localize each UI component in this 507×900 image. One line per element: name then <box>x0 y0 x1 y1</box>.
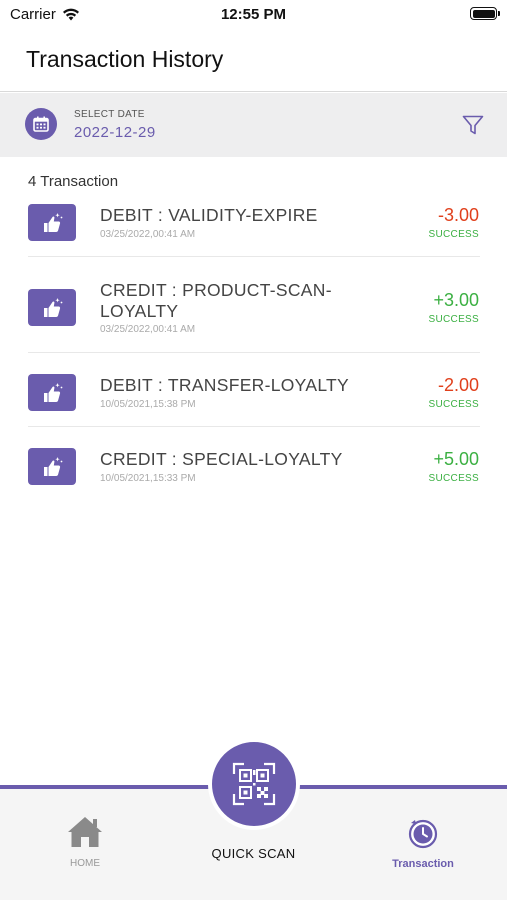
transaction-amount: +5.00 <box>433 449 479 469</box>
qr-code-icon <box>232 762 276 806</box>
transaction-date: 10/05/2021,15:38 PM <box>100 399 196 410</box>
transaction-count: 4 Transaction <box>28 173 119 190</box>
transaction-title: DEBIT : VALIDITY-EXPIRE <box>100 205 318 225</box>
transaction-title: CREDIT : SPECIAL-LOYALTY <box>100 449 343 469</box>
transaction-row[interactable]: CREDIT : SPECIAL-LOYALTY 10/05/2021,15:3… <box>0 427 507 501</box>
header: Transaction History <box>0 30 507 92</box>
transaction-title: DEBIT : TRANSFER-LOYALTY <box>100 375 350 395</box>
history-clock-icon <box>408 819 438 849</box>
transaction-status: SUCCESS <box>428 229 479 240</box>
page-title: Transaction History <box>26 46 224 72</box>
filter-icon[interactable] <box>461 113 485 137</box>
transaction-date: 03/25/2022,00:41 AM <box>100 324 196 335</box>
calendar-icon[interactable] <box>25 108 57 140</box>
transaction-status: SUCCESS <box>428 399 479 410</box>
transaction-date: 10/05/2021,15:33 PM <box>100 473 196 484</box>
transaction-title: CREDIT : PRODUCT-SCAN-LOYALTY <box>100 280 332 321</box>
date-selector[interactable]: SELECT DATE 2022-12-29 <box>0 93 507 157</box>
tab-home[interactable]: HOME <box>54 815 116 875</box>
transaction-amount: +3.00 <box>433 290 479 310</box>
status-time: 12:55 PM <box>220 6 287 23</box>
thumbs-up-sparkle-icon <box>28 448 76 485</box>
transaction-row[interactable]: CREDIT : PRODUCT-SCAN-LOYALTY 03/25/2022… <box>0 257 507 353</box>
thumbs-up-sparkle-icon <box>28 289 76 326</box>
battery-icon <box>470 7 500 20</box>
thumbs-up-sparkle-icon <box>28 204 76 241</box>
status-bar: Carrier 12:55 PM <box>0 0 507 30</box>
transaction-amount: -2.00 <box>437 375 479 395</box>
tab-transaction[interactable]: Transaction <box>383 815 463 875</box>
transaction-amount: -3.00 <box>437 205 479 225</box>
thumbs-up-sparkle-icon <box>28 374 76 411</box>
transaction-row[interactable]: DEBIT : VALIDITY-EXPIRE 03/25/2022,00:41… <box>0 192 507 257</box>
selected-date[interactable]: 2022-12-29 <box>74 124 156 141</box>
quick-scan-button[interactable] <box>208 738 300 830</box>
transaction-status: SUCCESS <box>428 473 479 484</box>
transaction-row[interactable]: DEBIT : TRANSFER-LOYALTY 10/05/2021,15:3… <box>0 353 507 427</box>
home-icon <box>68 817 102 847</box>
select-date-caption: SELECT DATE <box>74 109 145 120</box>
transaction-status: SUCCESS <box>428 314 479 325</box>
transaction-tab-label: Transaction <box>392 858 454 870</box>
transaction-date: 03/25/2022,00:41 AM <box>100 229 196 240</box>
transaction-list: DEBIT : VALIDITY-EXPIRE 03/25/2022,00:41… <box>0 192 507 501</box>
